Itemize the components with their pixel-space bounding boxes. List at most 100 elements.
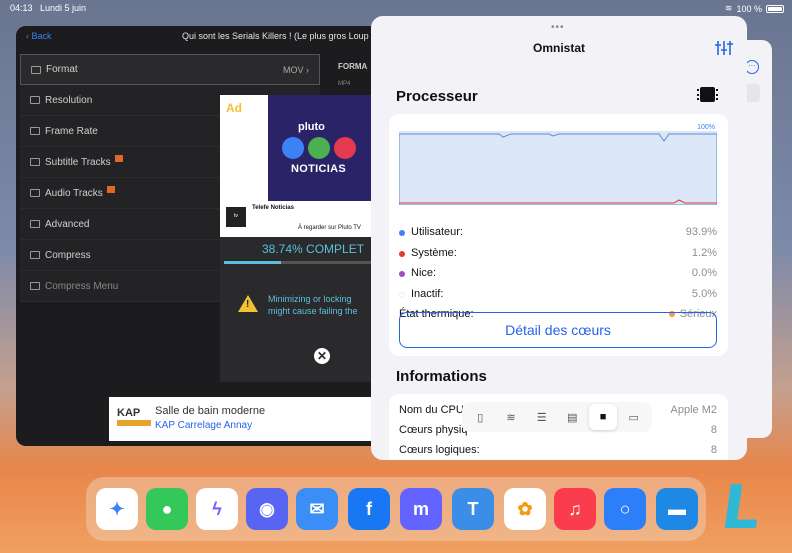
- memory-icon: ▤: [567, 411, 578, 424]
- new-badge-icon: [114, 154, 123, 162]
- banner-ad[interactable]: KAP Salle de bain moderne KAP Carrelage …: [109, 397, 371, 441]
- ring-app-icon[interactable]: ○: [604, 488, 646, 530]
- wifi-tab[interactable]: ≋: [497, 404, 526, 430]
- watermark-logo-icon: L: [717, 473, 766, 543]
- sliders-icon[interactable]: [714, 40, 734, 56]
- device-tab[interactable]: ▯: [466, 404, 495, 430]
- info-row-logical-cores: Cœurs logiques: 8: [399, 442, 717, 460]
- new-badge-icon: [106, 185, 115, 193]
- format-icon: [31, 65, 41, 74]
- close-ad-button[interactable]: ✕: [314, 348, 330, 364]
- info-value: Apple M2: [670, 404, 717, 416]
- info-value: 8: [710, 424, 717, 436]
- more-icon[interactable]: ···: [745, 60, 759, 74]
- stat-label: Nice:: [411, 267, 437, 279]
- messages-icon[interactable]: ●: [146, 488, 188, 530]
- battery-icon: ▭: [628, 411, 639, 424]
- blue-ball-icon: [282, 137, 304, 159]
- user-series-line: [399, 133, 717, 205]
- cpu-tab[interactable]: ■: [588, 404, 618, 430]
- messenger-icon[interactable]: ϟ: [196, 488, 238, 530]
- ad-headline: NOTICIAS: [291, 163, 346, 175]
- info-label: Cœurs physiq: [399, 424, 468, 436]
- advanced-icon: [30, 220, 40, 228]
- banner-subtitle: KAP Carrelage Annay: [155, 420, 253, 431]
- mastodon-icon[interactable]: m: [400, 488, 442, 530]
- idle-dot: [399, 292, 405, 298]
- status-date: Lundi 5 juin: [40, 3, 87, 13]
- dock: ✦ ● ϟ ◉ ✉ f m T ✿ ♫ ○ ▬: [86, 477, 706, 541]
- app-title: Qui sont les Serials Killers ! (Le plus …: [182, 31, 369, 41]
- files-icon[interactable]: ▬: [656, 488, 698, 530]
- format-sub-label: MP4: [338, 81, 351, 87]
- battery-percent: 100 %: [736, 3, 762, 14]
- photos-icon[interactable]: ✿: [504, 488, 546, 530]
- wifi-icon: ≋: [506, 411, 516, 424]
- mail-icon[interactable]: ✉: [296, 488, 338, 530]
- discord-icon[interactable]: ◉: [246, 488, 288, 530]
- menu-label: Resolution: [45, 94, 93, 106]
- status-time: 04:13: [10, 3, 33, 13]
- stat-value: 0.0%: [691, 267, 717, 279]
- compress-icon: [30, 251, 40, 259]
- stat-label: Utilisateur:: [411, 226, 463, 238]
- format-header-label: FORMA: [338, 62, 368, 71]
- stat-label: Système:: [411, 247, 457, 259]
- back-button[interactable]: ‹ Back: [26, 31, 52, 41]
- wifi-icon: ≋: [724, 3, 733, 13]
- info-label: Nom du CPU: [399, 404, 464, 416]
- battery-tab[interactable]: ▭: [619, 404, 648, 430]
- tweetbot-icon[interactable]: T: [452, 488, 494, 530]
- panel-title: Omnistat: [532, 41, 585, 55]
- ad-creative[interactable]: Ad pluto NOTICIAS tv Telefe Noticias À r…: [220, 95, 371, 237]
- kap-logo-text: KAP: [117, 407, 141, 419]
- progress-bar: [224, 261, 371, 264]
- music-icon[interactable]: ♫: [554, 488, 596, 530]
- back-label: Back: [31, 31, 52, 41]
- progress-fill: [224, 261, 281, 264]
- app-header: ‹ Back Qui sont les Serials Killers ! (L…: [16, 26, 371, 48]
- graph-max-label: 100%: [697, 124, 715, 131]
- channel-subtitle: À regarder sur Pluto TV: [298, 225, 361, 231]
- kap-logo: KAP: [117, 407, 155, 431]
- storage-tab[interactable]: ☰: [527, 404, 556, 430]
- nice-dot: [399, 271, 405, 277]
- facebook-icon[interactable]: f: [348, 488, 390, 530]
- battery-icon: [766, 4, 784, 13]
- menu-label: Format: [46, 64, 78, 75]
- drag-handle[interactable]: •••: [551, 22, 565, 33]
- processor-section-title: Processeur: [396, 88, 478, 105]
- safari-icon[interactable]: ✦: [96, 488, 138, 530]
- stat-value: 93.9%: [685, 226, 717, 238]
- ad-overlay: Ad pluto NOTICIAS tv Telefe Noticias À r…: [220, 95, 371, 382]
- status-bar: 04:13 Lundi 5 juin ≋ 100 %: [0, 0, 792, 16]
- format-value: MOV ›: [282, 64, 309, 75]
- stat-value: 1.2%: [691, 247, 717, 259]
- menu-label: Advanced: [45, 218, 90, 230]
- audio-icon: [30, 189, 40, 197]
- subtitle-icon: [30, 158, 40, 166]
- cpu-chip-icon: [697, 87, 718, 102]
- info-label: Cœurs logiques:: [399, 444, 480, 456]
- compress-menu-icon: [30, 282, 40, 290]
- core-details-button[interactable]: Détail des cœurs: [399, 312, 717, 348]
- green-ball-icon: [308, 137, 330, 159]
- stat-value: 5.0%: [691, 288, 717, 300]
- info-section-title: Informations: [396, 368, 487, 385]
- menu-label: Frame Rate: [45, 125, 98, 137]
- storage-icon: ☰: [536, 411, 547, 424]
- menu-item-format[interactable]: Format MOV ›: [20, 54, 320, 85]
- ad-label: Ad: [226, 101, 242, 115]
- pluto-artwork: pluto NOTICIAS: [268, 95, 371, 201]
- progress-text: 38.74% COMPLET: [262, 242, 365, 256]
- memory-tab[interactable]: ▤: [558, 404, 587, 430]
- menu-label: Compress: [45, 249, 91, 261]
- stat-row-user: Utilisateur: 93.9%: [399, 224, 717, 242]
- channel-title: Telefe Noticias: [252, 205, 294, 211]
- stat-label: Inactif:: [411, 288, 444, 300]
- omnistat-panel: ••• Omnistat Processeur 100% Utilisateur…: [371, 16, 747, 460]
- warning-icon: !: [238, 295, 258, 312]
- banner-title: Salle de bain moderne: [155, 405, 266, 417]
- pluto-tv-icon: tv: [226, 207, 246, 227]
- menu-label: Subtitle Tracks: [45, 156, 111, 168]
